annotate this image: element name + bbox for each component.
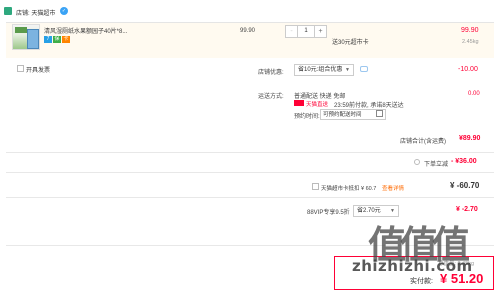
wangwang-chat-icon[interactable]: ✓ <box>60 7 68 15</box>
invoice-checkbox[interactable] <box>17 65 24 72</box>
card-payment-icon[interactable]: 卡 <box>62 36 70 43</box>
supermarket-card-amount: ¥ -60.70 <box>450 181 480 190</box>
shop-total-amount: ¥89.90 <box>459 135 481 142</box>
calendar-icon[interactable] <box>376 110 383 117</box>
vip-discount-label: 88VIP专享9.5折 <box>307 210 350 216</box>
appointment-label: 预约时间: <box>294 114 320 120</box>
view-details-link[interactable]: 查看详情 <box>382 184 404 192</box>
quantity-input[interactable]: 1 <box>298 26 314 37</box>
item-promo-hint: 送30元超市卡 <box>332 40 369 46</box>
guarantee-icon[interactable]: 保 <box>53 36 61 43</box>
supermarket-card-checkbox[interactable] <box>312 183 319 190</box>
product-title[interactable]: 清风湿厕纸水果额园子40片*8... <box>44 26 127 35</box>
delivery-promise: 23:59前付款, 承诺8天送达 <box>334 103 404 109</box>
shop-promo-selected: 省10元:组合优惠 <box>298 67 343 73</box>
quantity-decrease-button[interactable]: - <box>286 26 298 37</box>
item-subtotal: 99.90 <box>461 27 479 34</box>
section-divider <box>6 172 494 173</box>
product-service-tags: 7保卡 <box>44 36 71 43</box>
unit-price: 99.90 <box>240 28 256 34</box>
watermark-url: zhizhizhi.com <box>352 257 473 275</box>
product-brand-mark <box>15 27 27 33</box>
seven-day-return-icon[interactable]: 7 <box>44 36 52 43</box>
shipping-amount: 0.00 <box>468 91 480 97</box>
invoice-label: 开具发票 <box>26 68 51 74</box>
tmall-logo-icon <box>294 100 304 106</box>
section-divider <box>6 152 494 153</box>
shop-promo-amount: -10.00 <box>458 66 478 73</box>
section-divider <box>6 197 494 198</box>
check-circle-icon <box>414 159 420 165</box>
quantity-stepper: - 1 + <box>285 25 327 38</box>
vip-discount-amount: ¥ -2.70 <box>456 206 478 213</box>
shop-name[interactable]: 店铺: 天猫超市 <box>16 8 55 17</box>
product-package-image <box>27 29 39 49</box>
chat-bubble-icon[interactable] <box>360 66 368 72</box>
item-weight: 2.45kg <box>462 39 479 45</box>
appointment-time-placeholder: 可预约配送时间 <box>323 112 362 118</box>
product-thumbnail[interactable] <box>12 24 40 50</box>
chevron-down-icon: ▼ <box>345 67 350 73</box>
pay-label: 实付款: <box>410 278 433 285</box>
shop-icon <box>4 7 12 15</box>
shipping-label: 运送方式: <box>258 94 284 100</box>
shop-promo-select[interactable]: 省10元:组合优惠 ▼ <box>294 64 354 76</box>
shop-header: 店铺: 天猫超市 ✓ <box>0 0 500 22</box>
instant-discount-amount: - ¥36.00 <box>451 158 477 165</box>
instant-discount-label: 下单立减 <box>424 162 449 168</box>
tmall-direct-label: 天猫直送 <box>306 102 329 108</box>
shop-promo-label: 店铺优惠: <box>258 70 284 76</box>
shipping-method: 普通配送 快递 免邮 <box>294 94 346 100</box>
shop-total-label: 店铺合计(含运费) <box>400 139 446 145</box>
supermarket-card-label: 天猫超市卡抵扣 ¥ 60.7 <box>321 186 377 192</box>
quantity-increase-button[interactable]: + <box>314 26 326 37</box>
